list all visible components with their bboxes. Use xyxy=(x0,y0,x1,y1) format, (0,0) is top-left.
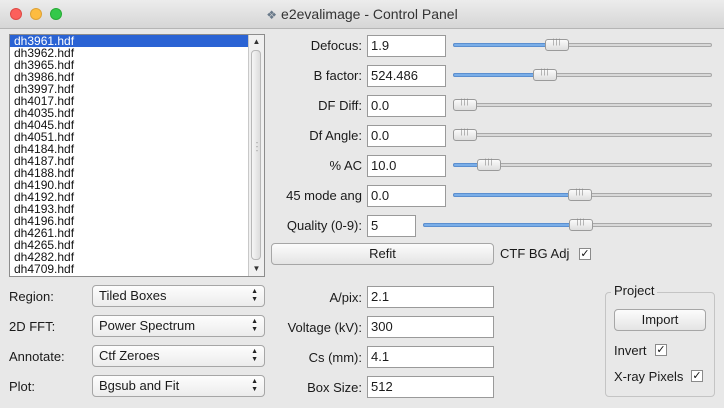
slider-handle[interactable] xyxy=(533,69,557,81)
updown-arrows-icon: ▲ ▼ xyxy=(251,378,258,393)
slider-handle[interactable] xyxy=(568,189,592,201)
file-list-items: dh3961.hdf dh3962.hdf dh3965.hdf dh3986.hdf… xyxy=(10,35,248,275)
project-group-title: Project xyxy=(611,283,658,298)
app-icon: ❖ xyxy=(266,8,278,22)
box-size-field[interactable]: 512 xyxy=(367,376,494,398)
quality-field[interactable]: 5 xyxy=(367,215,416,237)
ctf-bg-adj-label: CTF BG Adj xyxy=(500,246,570,261)
scroll-up-arrow-icon[interactable]: ▲ xyxy=(249,35,264,49)
ctf-bg-adj-checkbox[interactable]: ✓ xyxy=(579,248,591,260)
cs-label: Cs (mm): xyxy=(308,350,362,365)
b-factor-label: B factor: xyxy=(313,68,362,83)
file-list-scrollbar[interactable]: ▲ --- ▼ xyxy=(248,35,264,276)
xray-pixels-label: X-ray Pixels xyxy=(614,369,684,384)
plot-select[interactable]: Bgsub and Fit ▲ ▼ xyxy=(92,375,265,397)
mode-angle-field[interactable]: 0.0 xyxy=(367,185,446,207)
invert-checkbox[interactable]: ✓ xyxy=(655,344,667,356)
percent-ac-label: % AC xyxy=(329,158,362,173)
annotate-label: Annotate: xyxy=(9,349,65,364)
fft-2d-select[interactable]: Power Spectrum ▲ ▼ xyxy=(92,315,265,337)
checkmark-icon: ✓ xyxy=(692,370,702,382)
region-select[interactable]: Tiled Boxes ▲ ▼ xyxy=(92,285,265,307)
plot-select-value: Bgsub and Fit xyxy=(99,378,180,393)
scroll-down-arrow-icon[interactable]: ▼ xyxy=(249,262,264,276)
refit-button[interactable]: Refit xyxy=(271,243,494,265)
file-list-item[interactable]: dh4709.hdf xyxy=(10,263,248,275)
updown-arrows-icon: ▲ ▼ xyxy=(251,348,258,363)
checkmark-icon: ✓ xyxy=(580,248,590,260)
defocus-field[interactable]: 1.9 xyxy=(367,35,446,57)
b-factor-slider[interactable] xyxy=(453,66,712,84)
region-label: Region: xyxy=(9,289,54,304)
df-angle-field[interactable]: 0.0 xyxy=(367,125,446,147)
fft-2d-select-value: Power Spectrum xyxy=(99,318,196,333)
updown-arrows-icon: ▲ ▼ xyxy=(251,288,258,303)
slider-handle[interactable] xyxy=(453,129,477,141)
box-size-label: Box Size: xyxy=(307,380,362,395)
slider-handle[interactable] xyxy=(569,219,593,231)
import-button[interactable]: Import xyxy=(614,309,706,331)
mode-angle-label: 45 mode ang xyxy=(286,188,362,203)
mode-angle-slider[interactable] xyxy=(453,186,712,204)
apix-label: A/pix: xyxy=(329,290,362,305)
cs-field[interactable]: 4.1 xyxy=(367,346,494,368)
region-select-value: Tiled Boxes xyxy=(99,288,167,303)
invert-label: Invert xyxy=(614,343,647,358)
quality-label: Quality (0-9): xyxy=(286,218,362,233)
percent-ac-slider[interactable] xyxy=(453,156,712,174)
xray-pixels-checkbox[interactable]: ✓ xyxy=(691,370,703,382)
voltage-label: Voltage (kV): xyxy=(287,320,362,335)
checkmark-icon: ✓ xyxy=(656,344,666,356)
slider-handle[interactable] xyxy=(477,159,501,171)
defocus-slider[interactable] xyxy=(453,36,712,54)
grip-icon: --- xyxy=(255,138,259,155)
fft-2d-label: 2D FFT: xyxy=(9,319,56,334)
window-title-text: e2evalimage - Control Panel xyxy=(281,6,458,22)
plot-label: Plot: xyxy=(9,379,36,394)
df-diff-field[interactable]: 0.0 xyxy=(367,95,446,117)
window-title: ❖ e2evalimage - Control Panel xyxy=(0,6,724,22)
df-angle-label: Df Angle: xyxy=(309,128,362,143)
slider-handle[interactable] xyxy=(453,99,477,111)
annotate-select[interactable]: Ctf Zeroes ▲ ▼ xyxy=(92,345,265,367)
file-list[interactable]: dh3961.hdf dh3962.hdf dh3965.hdf dh3986.hdf… xyxy=(9,34,265,277)
quality-slider[interactable] xyxy=(423,216,712,234)
annotate-select-value: Ctf Zeroes xyxy=(99,348,160,363)
df-diff-slider[interactable] xyxy=(453,96,712,114)
voltage-field[interactable]: 300 xyxy=(367,316,494,338)
defocus-label: Defocus: xyxy=(310,38,362,53)
b-factor-field[interactable]: 524.486 xyxy=(367,65,446,87)
slider-handle[interactable] xyxy=(545,39,569,51)
scrollbar-thumb[interactable]: --- xyxy=(251,50,261,260)
title-bar: ❖ e2evalimage - Control Panel xyxy=(0,0,724,29)
updown-arrows-icon: ▲ ▼ xyxy=(251,318,258,333)
df-angle-slider[interactable] xyxy=(453,126,712,144)
percent-ac-field[interactable]: 10.0 xyxy=(367,155,446,177)
apix-field[interactable]: 2.1 xyxy=(367,286,494,308)
df-diff-label: DF Diff: xyxy=(318,98,362,113)
